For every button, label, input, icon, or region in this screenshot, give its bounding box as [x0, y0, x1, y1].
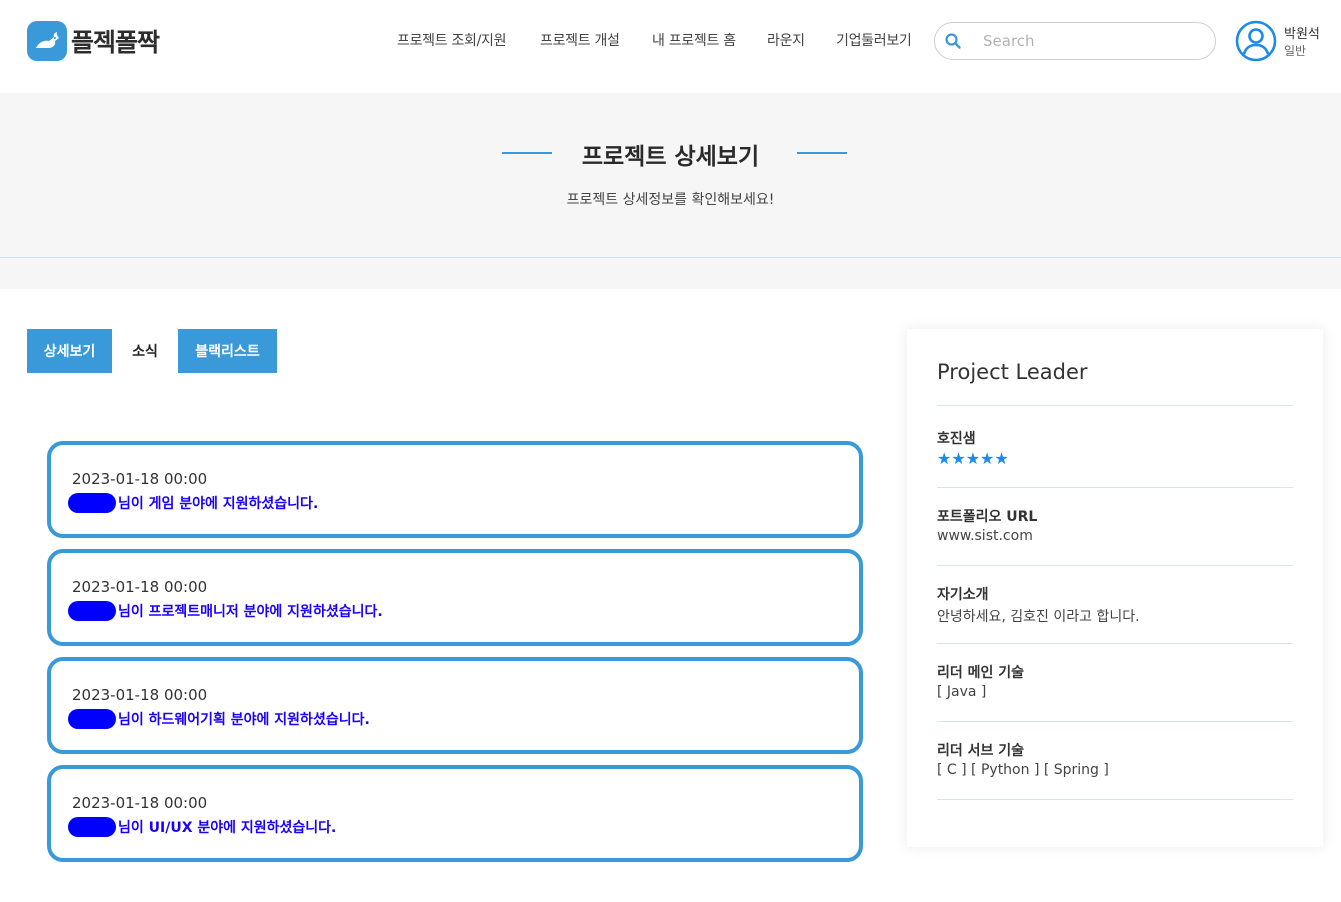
- main-skill-value: [ Java ]: [937, 684, 987, 700]
- notification-message: 님이 게임 분야에 지원하셨습니다.: [68, 493, 318, 513]
- user-name[interactable]: 박원석: [1284, 23, 1320, 42]
- notification-date: 2023-01-18 00:00: [72, 794, 208, 812]
- user-avatar-icon[interactable]: [1235, 20, 1277, 62]
- notification-card: 2023-01-18 00:00 님이 UI/UX 분야에 지원하셨습니다.: [47, 765, 863, 862]
- tab-blacklist[interactable]: 블랙리스트: [178, 329, 277, 373]
- search-input[interactable]: [983, 30, 1203, 52]
- divider: [937, 799, 1293, 800]
- nav-project-create[interactable]: 프로젝트 개설: [540, 30, 620, 50]
- rabbit-logo-icon: [27, 21, 67, 61]
- intro-label: 자기소개: [937, 587, 989, 603]
- divider: [937, 643, 1293, 644]
- notification-date: 2023-01-18 00:00: [72, 578, 208, 596]
- divider: [937, 721, 1293, 722]
- nav-project-search[interactable]: 프로젝트 조회/지원: [397, 30, 507, 50]
- page-title: 프로젝트 상세보기: [581, 144, 760, 170]
- redacted-username: [68, 817, 116, 837]
- project-leader-panel: Project Leader 호진샘 ★★★★★ 포트폴리오 URL www.s…: [907, 329, 1323, 847]
- tab-news[interactable]: 소식: [120, 329, 170, 373]
- notification-date: 2023-01-18 00:00: [72, 470, 208, 488]
- page-banner: 프로젝트 상세보기 프로젝트 상세정보를 확인해보세요!: [0, 93, 1341, 289]
- portfolio-link[interactable]: www.sist.com: [937, 528, 1033, 544]
- divider: [937, 565, 1293, 566]
- search-box: [934, 22, 1216, 60]
- notification-message: 님이 프로젝트매니저 분야에 지원하셨습니다.: [68, 601, 383, 621]
- tab-details[interactable]: 상세보기: [27, 329, 112, 373]
- leader-name: 호진샘: [937, 431, 976, 447]
- rating-stars: ★★★★★: [937, 449, 1009, 468]
- redacted-username: [68, 709, 116, 729]
- top-header: 플젝폴짝 프로젝트 조회/지원 프로젝트 개설 내 프로젝트 홈 라운지 기업둘…: [0, 0, 1341, 93]
- notification-message: 님이 UI/UX 분야에 지원하셨습니다.: [68, 817, 336, 837]
- banner-divider: [0, 257, 1341, 258]
- nav-lounge[interactable]: 라운지: [767, 30, 805, 50]
- notification-text: 님이 하드웨어기획 분야에 지원하셨습니다.: [118, 712, 370, 728]
- notification-text: 님이 게임 분야에 지원하셨습니다.: [118, 496, 319, 512]
- portfolio-label: 포트폴리오 URL: [937, 509, 1038, 525]
- redacted-username: [68, 493, 116, 513]
- logo-text: 플젝폴짝: [71, 28, 160, 57]
- logo[interactable]: 플젝폴짝: [27, 21, 160, 61]
- notification-text: 님이 프로젝트매니저 분야에 지원하셨습니다.: [118, 604, 383, 620]
- main-skill-label: 리더 메인 기술: [937, 665, 1025, 681]
- notification-date: 2023-01-18 00:00: [72, 686, 208, 704]
- notification-card: 2023-01-18 00:00 님이 하드웨어기획 분야에 지원하셨습니다.: [47, 657, 863, 754]
- search-icon[interactable]: [944, 32, 962, 50]
- redacted-username: [68, 601, 116, 621]
- user-role: 일반: [1284, 44, 1307, 58]
- nav-my-project-home[interactable]: 내 프로젝트 홈: [652, 30, 736, 50]
- sub-skill-label: 리더 서브 기술: [937, 743, 1025, 759]
- notification-card: 2023-01-18 00:00 님이 프로젝트매니저 분야에 지원하셨습니다.: [47, 549, 863, 646]
- intro-value: 안녕하세요, 김호진 이라고 합니다.: [937, 609, 1140, 625]
- nav-companies[interactable]: 기업둘러보기: [836, 30, 912, 50]
- notification-message: 님이 하드웨어기획 분야에 지원하셨습니다.: [68, 709, 370, 729]
- sub-skill-value: [ C ] [ Python ] [ Spring ]: [937, 762, 1109, 778]
- divider: [937, 487, 1293, 488]
- panel-title: Project Leader: [937, 360, 1088, 384]
- notification-text: 님이 UI/UX 분야에 지원하셨습니다.: [118, 820, 337, 836]
- divider: [937, 405, 1293, 406]
- page-subtitle: 프로젝트 상세정보를 확인해보세요!: [566, 192, 775, 208]
- notification-card: 2023-01-18 00:00 님이 게임 분야에 지원하셨습니다.: [47, 441, 863, 538]
